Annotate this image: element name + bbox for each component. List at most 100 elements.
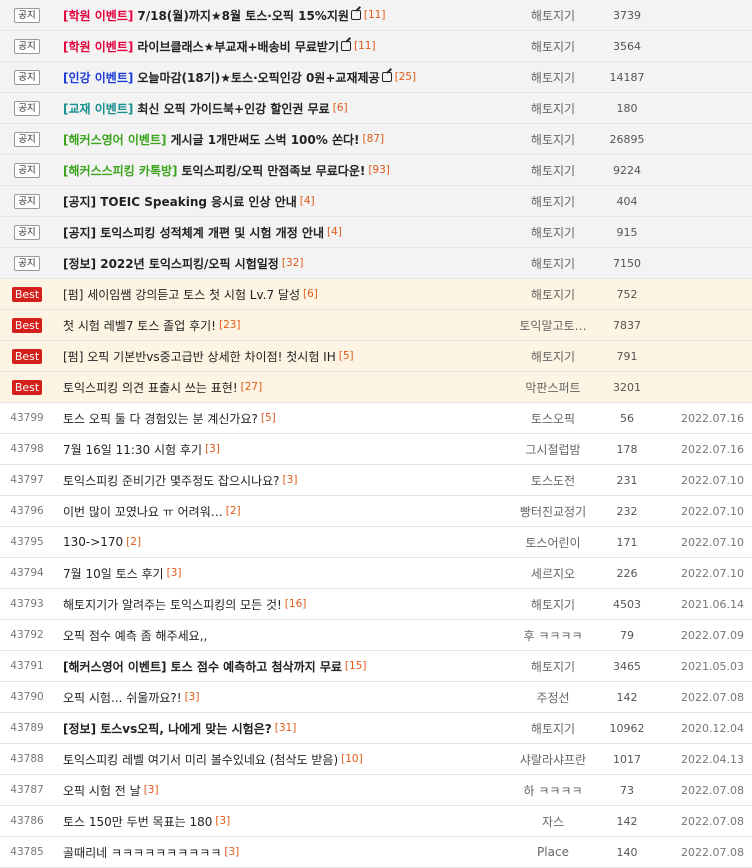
notice-badge: 공지 [14,131,40,147]
author-name[interactable]: 해토지기 [505,31,601,61]
post-title-link[interactable]: 최신 오픽 가이드북+인강 할인권 무료 [137,100,329,117]
notice-row: 공지 [인강 이벤트] 오늘마감(18기)★토스·오픽인강 0원+교재제공 [25] 해… [0,62,752,93]
author-name[interactable]: 빵터진교정기 [505,496,601,526]
edit-icon [381,72,392,82]
post-number-cell: 공지 [4,0,50,30]
comment-count[interactable]: [3] [215,815,230,827]
post-title-link[interactable]: 해토지기가 알려주는 토익스피킹의 모든 것! [63,596,282,613]
author-name[interactable]: 해토지기 [505,93,601,123]
author-name[interactable]: 샤랄라샤프란 [505,744,601,774]
post-title-link[interactable]: 첫 시험 레벨7 토스 졸업 후기! [63,317,216,334]
comment-count[interactable]: [10] [341,753,363,765]
comment-count[interactable]: [15] [345,660,367,672]
post-title-link[interactable]: [펌] 오픽 기본반vs중고급반 상세한 차이점! 첫시험 IH [63,348,336,365]
comment-count[interactable]: [93] [368,164,390,176]
post-title-link[interactable]: 7/18(월)까지★8월 토스·오픽 15%지원 [137,7,349,24]
comment-count[interactable]: [5] [261,412,276,424]
comment-count[interactable]: [6] [303,288,318,300]
comment-count[interactable]: [4] [300,195,315,207]
post-title-link[interactable]: 게시글 1개만써도 스벅 100% 쏜다! [170,131,359,148]
comment-count[interactable]: [27] [241,381,263,393]
comment-count[interactable]: [4] [327,226,342,238]
author-name[interactable]: Place [505,837,601,867]
comment-count[interactable]: [2] [126,536,141,548]
author-name[interactable]: 토익말고토… [505,310,601,340]
post-title-link[interactable]: 라이브클래스★부교재+배송비 무료받기 [137,38,339,55]
post-title-link[interactable]: [정보] 2022년 토익스피킹/오픽 시험일정 [63,255,279,272]
post-category[interactable]: [학원 이벤트] [63,7,133,24]
post-category[interactable]: [인강 이벤트] [63,69,133,86]
post-category[interactable]: [교재 이벤트] [63,100,133,117]
post-title-link[interactable]: 토익스피킹 의견 표출시 쓰는 표현! [63,379,238,396]
comment-count[interactable]: [87] [363,133,385,145]
post-title-link[interactable]: 7월 16일 11:30 시험 후기 [63,441,202,458]
best-row: Best 첫 시험 레벨7 토스 졸업 후기! [23] 토익말고토… 7837 [0,310,752,341]
post-category[interactable]: [해커스스피킹 카톡방] [63,162,178,179]
author-name[interactable]: 주정선 [505,682,601,712]
comment-count[interactable]: [3] [167,567,182,579]
author-name[interactable]: 해토지기 [505,589,601,619]
post-date: 2022.07.16 [681,442,744,456]
author-name[interactable]: 해토지기 [505,0,601,30]
author-name[interactable]: 해토지기 [505,186,601,216]
comment-count[interactable]: [25] [395,71,417,83]
post-title-link[interactable]: 7월 10일 토스 후기 [63,565,164,582]
author-name[interactable]: 자스 [505,806,601,836]
post-title-link[interactable]: 토익스피킹/오픽 만점족보 무료다운! [182,162,366,179]
comment-count[interactable]: [3] [185,691,200,703]
author-name[interactable]: 해토지기 [505,62,601,92]
author-name[interactable]: 해토지기 [505,248,601,278]
author-name[interactable]: 해토지기 [505,155,601,185]
post-title-link[interactable]: [공지] 토익스피킹 성적체계 개편 및 시험 개정 안내 [63,224,324,241]
author-name[interactable]: 세르지오 [505,558,601,588]
table-row: 43798 7월 16일 11:30 시험 후기 [3] 그시절럽밤 178 2022.0… [0,434,752,465]
post-number-cell: 43798 [4,434,50,464]
post-title-link[interactable]: [정보] 토스vs오픽, 나에게 맞는 시험은? [63,720,272,737]
post-title-link[interactable]: [펌] 세이임쌤 강의듣고 토스 첫 시험 Lv.7 달성 [63,286,300,303]
post-title-link[interactable]: 오픽 시험... 쉬울까요?! [63,689,182,706]
post-title-link[interactable]: 오늘마감(18기)★토스·오픽인강 0원+교재제공 [137,69,379,86]
post-title-link[interactable]: 토스 오픽 둘 다 경험있는 분 계신가요? [63,410,258,427]
comment-count[interactable]: [5] [339,350,354,362]
comment-count[interactable]: [3] [283,474,298,486]
author-name[interactable]: 해토지기 [505,217,601,247]
author-name[interactable]: 그시절럽밤 [505,434,601,464]
author-name[interactable]: 토스어린이 [505,527,601,557]
author-name[interactable]: 토스도전 [505,465,601,495]
comment-count[interactable]: [32] [282,257,304,269]
comment-count[interactable]: [3] [205,443,220,455]
post-title-link[interactable]: 오픽 점수 예측 좀 해주세요,, [63,627,207,644]
post-date [668,248,744,278]
comment-count[interactable]: [23] [219,319,241,331]
post-title-link[interactable]: [해커스영어 이벤트] 토스 점수 예측하고 첨삭까지 무료 [63,658,342,675]
post-title-link[interactable]: 토익스피킹 준비기간 몇주정도 잡으시나요? [63,472,280,489]
author-name[interactable]: 후 ㅋㅋㅋㅋ [505,620,601,650]
author-name[interactable]: 해토지기 [505,124,601,154]
author-name[interactable]: 막판스퍼트 [505,372,601,402]
post-title-link[interactable]: 130->170 [63,535,123,549]
comment-count[interactable]: [11] [364,9,386,21]
author-name[interactable]: 해토지기 [505,279,601,309]
post-title-link[interactable]: 토스 150만 두번 목표는 180 [63,813,212,830]
post-title-link[interactable]: [공지] TOEIC Speaking 응시료 인상 안내 [63,193,297,210]
post-title-link[interactable]: 오픽 시험 전 날 [63,782,141,799]
comment-count[interactable]: [3] [144,784,159,796]
author-name[interactable]: 해토지기 [505,713,601,743]
view-count: 752 [616,287,638,301]
post-category[interactable]: [학원 이벤트] [63,38,133,55]
comment-count[interactable]: [11] [354,40,376,52]
post-category[interactable]: [해커스영어 이벤트] [63,131,166,148]
post-title-link[interactable]: 이번 많이 꼬였나요 ㅠ 어려워… [63,503,223,520]
author-name[interactable]: 토스오픽 [505,403,601,433]
comment-count[interactable]: [31] [275,722,297,734]
author-name[interactable]: 해토지기 [505,341,601,371]
post-title-link[interactable]: 골때리네 ㅋㅋㅋㅋㅋㅋㅋㅋㅋㅋ [63,844,221,861]
comment-count[interactable]: [3] [224,846,239,858]
post-title-link[interactable]: 토익스피킹 레벨 여기서 미리 볼수있네요 (첨삭도 받음) [63,751,338,768]
comment-count[interactable]: [16] [285,598,307,610]
author-name[interactable]: 하 ㅋㅋㅋㅋ [505,775,601,805]
author-name[interactable]: 해토지기 [505,651,601,681]
comment-count[interactable]: [6] [333,102,348,114]
post-date [668,372,744,402]
comment-count[interactable]: [2] [226,505,241,517]
